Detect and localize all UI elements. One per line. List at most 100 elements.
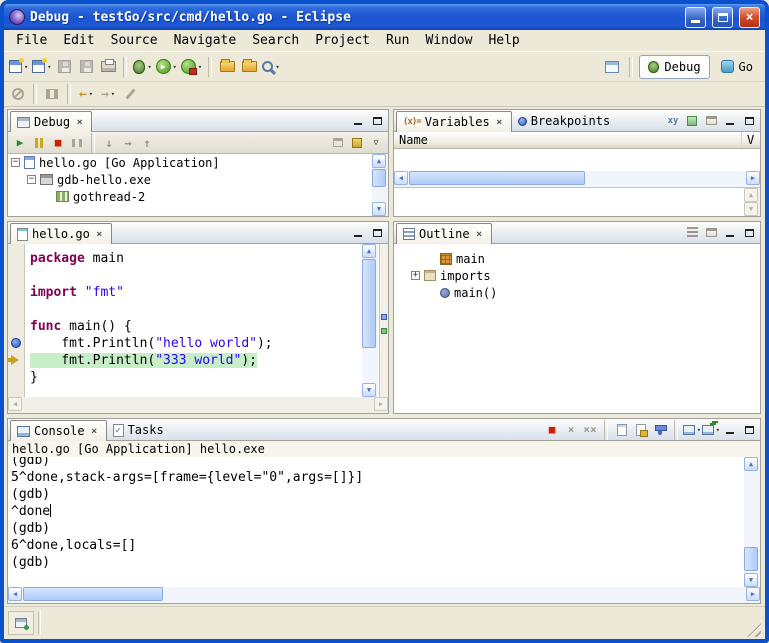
terminate-button[interactable]: ■ xyxy=(49,134,67,151)
debug-tree-item[interactable]: −hello.go [Go Application] xyxy=(8,154,388,171)
view-maximize-button[interactable] xyxy=(740,224,758,241)
view-minimize-button[interactable] xyxy=(349,224,367,241)
clear-console-button[interactable] xyxy=(613,421,631,438)
scrollbar-thumb[interactable] xyxy=(744,547,758,571)
chevron-down-icon[interactable]: ▾ xyxy=(198,63,202,71)
debug-tree-item[interactable]: −gdb-hello.exe xyxy=(8,171,388,188)
code-lines[interactable]: package main import "fmt" func main() { … xyxy=(26,244,362,397)
view-minimize-button[interactable] xyxy=(721,224,739,241)
terminate-button[interactable]: ■ xyxy=(543,421,561,438)
column-value[interactable]: V xyxy=(742,132,760,148)
view-minimize-button[interactable] xyxy=(721,112,739,129)
close-tab-icon[interactable]: × xyxy=(89,426,100,437)
menu-search[interactable]: Search xyxy=(244,31,307,50)
variables-column-header[interactable]: Name V xyxy=(394,132,760,149)
tree-expander[interactable]: + xyxy=(411,271,420,280)
step-into-button[interactable]: ↓ xyxy=(100,134,118,151)
chevron-down-icon[interactable]: ▾ xyxy=(716,426,720,434)
remove-launch-button[interactable]: × xyxy=(562,421,580,438)
drop-to-frame-button[interactable] xyxy=(329,134,347,151)
menu-run[interactable]: Run xyxy=(378,31,417,50)
new-wizard-button[interactable]: ▾ xyxy=(7,55,30,79)
close-tab-icon[interactable]: × xyxy=(494,117,505,128)
chevron-down-icon[interactable]: ▾ xyxy=(47,63,51,71)
resize-grip[interactable] xyxy=(747,623,761,637)
close-tab-icon[interactable]: × xyxy=(474,229,485,240)
view-maximize-button[interactable] xyxy=(368,224,386,241)
forward-button[interactable]: →▾ xyxy=(97,82,119,106)
view-maximize-button[interactable] xyxy=(368,112,386,129)
outline-item[interactable]: main() xyxy=(408,284,760,301)
chevron-down-icon[interactable]: ▾ xyxy=(173,63,177,71)
debug-scrollbar-vertical[interactable]: ▲ ▼ xyxy=(372,154,388,216)
outline-item[interactable]: main xyxy=(408,250,760,267)
variables-scrollbar-horizontal[interactable]: ◀ ▶ xyxy=(394,171,760,187)
debug-tree-item[interactable]: gothread-2 xyxy=(8,188,388,205)
chevron-down-icon[interactable]: ▾ xyxy=(111,90,115,98)
chevron-down-icon[interactable]: ▾ xyxy=(697,426,701,434)
scroll-up-button[interactable]: ▲ xyxy=(372,154,386,168)
chevron-down-icon[interactable]: ▾ xyxy=(147,63,151,71)
maximize-button[interactable] xyxy=(712,7,733,28)
use-step-filters-button[interactable] xyxy=(348,134,366,151)
code-line[interactable]: } xyxy=(30,369,358,386)
outline-item[interactable]: +imports xyxy=(408,267,760,284)
new-go-element-button[interactable]: ▾ xyxy=(30,55,53,79)
scrollbar-thumb[interactable] xyxy=(372,169,386,187)
editor-content[interactable]: package main import "fmt" func main() { … xyxy=(8,244,388,413)
show-type-names-button[interactable]: xy xyxy=(664,112,682,129)
code-line[interactable] xyxy=(30,267,358,284)
open-resource-button[interactable] xyxy=(238,55,260,79)
variables-detail-pane[interactable]: ▲ ▼ xyxy=(394,187,760,216)
show-logical-structures-button[interactable] xyxy=(683,112,701,129)
sort-button[interactable] xyxy=(683,224,701,241)
view-maximize-button[interactable] xyxy=(740,421,758,438)
perspective-debug-button[interactable]: Debug xyxy=(639,55,709,79)
tab-outline[interactable]: Outline × xyxy=(396,223,492,244)
scroll-up-button[interactable]: ▲ xyxy=(744,457,758,471)
skip-all-breakpoints-button[interactable] xyxy=(7,82,29,106)
run-launch-button[interactable]: ▶▾ xyxy=(154,55,179,79)
menu-edit[interactable]: Edit xyxy=(55,31,102,50)
console-output[interactable]: (gdb)5^done,stack-args=[frame={level="0"… xyxy=(8,457,743,587)
tab-variables[interactable]: (x)= Variables × xyxy=(396,111,512,132)
menu-navigate[interactable]: Navigate xyxy=(166,31,245,50)
perspective-go-button[interactable]: Go xyxy=(712,55,762,79)
code-line[interactable]: fmt.Println("hello world"); xyxy=(30,335,358,352)
scrollbar-thumb[interactable] xyxy=(409,171,585,185)
scroll-left-button[interactable]: ◀ xyxy=(8,587,22,601)
close-button[interactable]: × xyxy=(739,7,760,28)
resume-button[interactable]: ▶ xyxy=(11,134,29,151)
view-maximize-button[interactable] xyxy=(740,112,758,129)
disconnect-button[interactable] xyxy=(68,134,86,151)
close-tab-icon[interactable]: × xyxy=(74,117,85,128)
console-scrollbar-vertical[interactable]: ▲ ▼ xyxy=(744,457,760,587)
open-perspective-button[interactable] xyxy=(601,55,623,79)
scrollbar-thumb[interactable] xyxy=(362,259,376,348)
suspend-button[interactable] xyxy=(30,134,48,151)
menu-file[interactable]: File xyxy=(8,31,55,50)
tree-expander[interactable]: − xyxy=(11,158,20,167)
tree-expander[interactable]: − xyxy=(27,175,36,184)
display-selected-console-button[interactable]: ▾ xyxy=(683,421,701,438)
open-console-button[interactable]: ▾ xyxy=(702,421,720,438)
chevron-down-icon[interactable]: ▾ xyxy=(24,63,28,71)
scroll-right-button[interactable]: ▶ xyxy=(746,171,760,185)
code-line[interactable]: func main() { xyxy=(30,318,358,335)
step-over-button[interactable]: → xyxy=(119,134,137,151)
scroll-up-button[interactable]: ▲ xyxy=(362,244,376,258)
scroll-lock-button[interactable] xyxy=(632,421,650,438)
minimize-button[interactable] xyxy=(685,7,706,28)
back-button[interactable]: ←▾ xyxy=(75,82,97,106)
editor-gutter[interactable] xyxy=(8,244,25,397)
last-edit-location-button[interactable] xyxy=(119,82,141,106)
step-return-button[interactable]: ↑ xyxy=(138,134,156,151)
overview-ruler[interactable] xyxy=(379,244,388,397)
menu-window[interactable]: Window xyxy=(417,31,480,50)
code-line[interactable]: import "fmt" xyxy=(30,284,358,301)
scroll-down-button[interactable]: ▼ xyxy=(372,202,386,216)
menu-project[interactable]: Project xyxy=(307,31,378,50)
save-all-button[interactable] xyxy=(75,55,97,79)
menu-source[interactable]: Source xyxy=(103,31,166,50)
menu-help[interactable]: Help xyxy=(480,31,527,50)
